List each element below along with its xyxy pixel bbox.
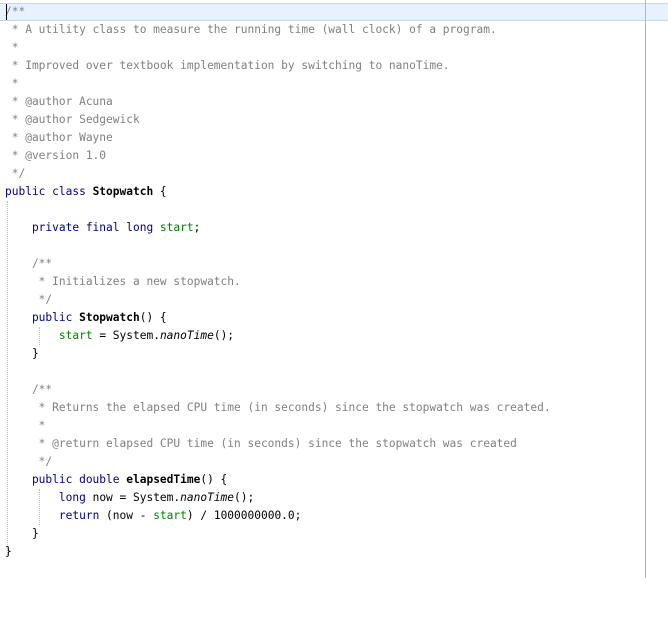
code-line[interactable]: long now = System.nanoTime(); [5, 489, 551, 507]
code-token: start [153, 509, 187, 522]
code-line[interactable]: /** [5, 3, 551, 21]
code-line[interactable]: * [5, 75, 551, 93]
code-line[interactable]: */ [5, 453, 551, 471]
code-line[interactable]: return (now - start) / 1000000000.0; [5, 507, 551, 525]
code-editor[interactable]: /** * A utility class to measure the run… [0, 0, 668, 618]
code-token: nanoTime [159, 329, 214, 342]
code-token: ; [193, 221, 201, 234]
print-margin-line [645, 0, 646, 578]
code-line[interactable]: * @version 1.0 [5, 147, 551, 165]
code-token: * Returns the elapsed CPU time (in secon… [5, 401, 551, 414]
code-line[interactable]: * @return elapsed CPU time (in seconds) … [5, 435, 551, 453]
code-token: public [5, 311, 80, 324]
code-line[interactable]: * Initializes a new stopwatch. [5, 273, 551, 291]
code-token: ) / 1000000000.0; [186, 509, 302, 522]
code-line[interactable]: } [5, 345, 551, 363]
code-line[interactable]: ​ [5, 237, 551, 255]
code-token: nanoTime [180, 491, 235, 504]
code-token: = System. [92, 329, 160, 342]
code-token: long [58, 491, 93, 504]
code-token: } [5, 527, 39, 540]
code-token: * Initializes a new stopwatch. [5, 275, 241, 288]
code-token: (); [213, 329, 235, 342]
code-token: } [5, 347, 39, 360]
code-line[interactable]: ​ [5, 363, 551, 381]
code-token: */ [5, 455, 53, 468]
code-token: Stopwatch [92, 185, 154, 198]
code-line[interactable]: /** [5, 381, 551, 399]
code-token: public class [5, 185, 93, 198]
code-token: * @author Sedgewick [5, 113, 140, 126]
code-token: private final long [5, 221, 160, 234]
code-line[interactable]: * A utility class to measure the running… [5, 21, 551, 39]
code-line[interactable]: * [5, 417, 551, 435]
code-line[interactable]: * @author Wayne [5, 129, 551, 147]
code-token: (now - [106, 509, 154, 522]
code-line[interactable]: */ [5, 165, 551, 183]
code-token: * [5, 419, 46, 432]
code-token: * @return elapsed CPU time (in seconds) … [5, 437, 517, 450]
code-token: */ [5, 167, 26, 180]
code-line[interactable]: } [5, 543, 551, 561]
code-token: () { [139, 311, 167, 324]
code-token: * @author Wayne [5, 131, 113, 144]
code-token: /** [5, 383, 53, 396]
code-token: { [153, 185, 167, 198]
code-token: * @version 1.0 [5, 149, 107, 162]
code-line[interactable]: * @author Sedgewick [5, 111, 551, 129]
code-token: now = System. [92, 491, 181, 504]
code-token: * @author Acuna [5, 95, 113, 108]
code-token: } [5, 545, 12, 558]
source-code[interactable]: /** * A utility class to measure the run… [5, 3, 551, 561]
code-token: Stopwatch [79, 311, 140, 324]
code-token: /** [5, 5, 26, 18]
code-token: * Improved over textbook implementation … [5, 59, 450, 72]
code-line[interactable]: */ [5, 291, 551, 309]
code-token: return [58, 509, 107, 522]
code-token: () { [200, 473, 228, 486]
text-cursor [6, 4, 7, 20]
code-line[interactable]: ​ [5, 201, 551, 219]
code-line[interactable]: } [5, 525, 551, 543]
code-line[interactable]: * Returns the elapsed CPU time (in secon… [5, 399, 551, 417]
code-line[interactable]: private final long start; [5, 219, 551, 237]
code-token: /** [5, 257, 53, 270]
code-token: start [58, 329, 93, 342]
code-line[interactable]: public Stopwatch() { [5, 309, 551, 327]
code-line[interactable]: * [5, 39, 551, 57]
code-line[interactable]: * Improved over textbook implementation … [5, 57, 551, 75]
code-token: * A utility class to measure the running… [5, 23, 497, 36]
code-line[interactable]: /** [5, 255, 551, 273]
code-token: start [159, 221, 194, 234]
code-line[interactable]: public double elapsedTime() { [5, 471, 551, 489]
code-line[interactable]: public class Stopwatch { [5, 183, 551, 201]
code-token: public double [5, 473, 127, 486]
code-token: */ [5, 293, 53, 306]
code-token: (); [234, 491, 255, 504]
code-token: elapsedTime [126, 473, 201, 486]
code-token: * [5, 77, 19, 90]
code-line[interactable]: * @author Acuna [5, 93, 551, 111]
code-line[interactable]: start = System.nanoTime(); [5, 327, 551, 345]
code-token: * [5, 41, 19, 54]
